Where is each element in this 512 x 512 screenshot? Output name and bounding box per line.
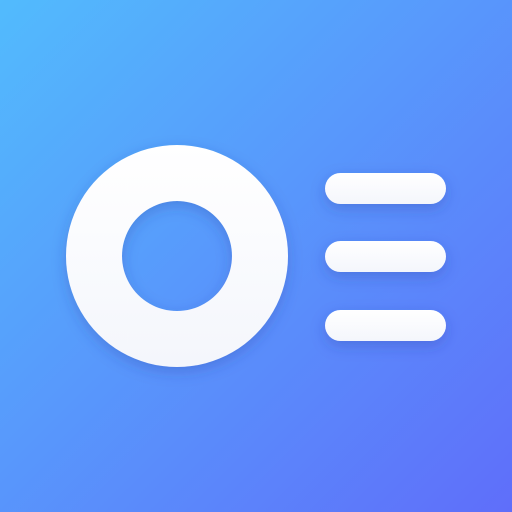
list-line-bottom <box>325 310 446 341</box>
ring-and-list-icon <box>0 0 512 512</box>
app-icon <box>0 0 512 512</box>
list-line-middle <box>325 241 446 272</box>
list-line-top <box>325 173 446 204</box>
